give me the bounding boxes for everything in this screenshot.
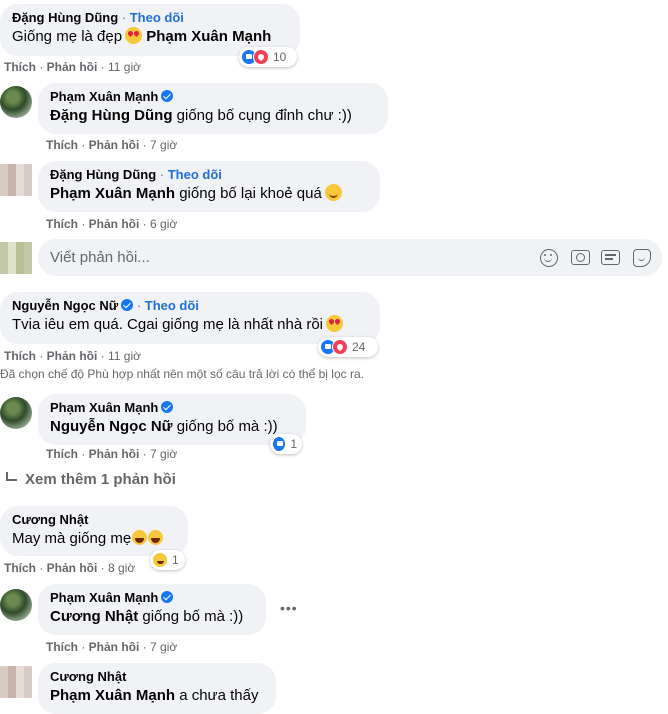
love-reaction-icon [253,49,269,65]
like-action[interactable]: Thích [46,447,78,461]
comment-bubble: Phạm Xuân Mạnh Nguyễn Ngọc Nữ giống bố m… [38,394,306,445]
comment-text: giống bố lại khoẻ quá [179,185,322,202]
comment-text: giống bố mà :)) [142,608,244,625]
comment-author[interactable]: Phạm Xuân Mạnh [50,89,158,104]
mention-link[interactable]: Phạm Xuân Mạnh [50,185,175,202]
wink-emoji-icon [324,184,342,201]
sticker-icon[interactable] [633,249,651,267]
comment-text: May mà giống mẹ [12,530,132,547]
comment-actions: Thích · Phản hồi · 11 giờ [4,349,142,363]
reply-action[interactable]: Phản hồi [47,349,98,363]
comment-time[interactable]: 7 giờ [150,447,177,461]
comment-author[interactable]: Phạm Xuân Mạnh [50,590,158,605]
reply-arrow-icon [6,472,17,481]
like-action[interactable]: Thích [4,561,36,575]
avatar[interactable] [0,666,32,698]
mention-link[interactable]: Đặng Hùng Dũng [50,107,172,124]
comment-bubble: Cương Nhật Phạm Xuân Mạnh a chưa thấy [38,663,276,714]
reply-action[interactable]: Phản hồi [89,138,140,152]
comment-text: Tvia iêu em quá. Cgai giống mẹ là nhất n… [12,316,324,333]
reaction-summary[interactable]: 10 [239,47,297,67]
comment-bubble: Cương Nhật May mà giống mẹ [0,506,188,556]
reply-action[interactable]: Phản hồi [89,217,140,231]
comment-actions: Thích · Phản hồi · 7 giờ [46,447,178,461]
reaction-summary[interactable]: 24 [318,337,378,357]
like-action[interactable]: Thích [4,349,36,363]
heart-eyes-emoji-icon [326,315,344,332]
comment-text: giống bố cụng đỉnh chư :)) [176,107,352,124]
avatar[interactable] [0,589,32,621]
comment-author[interactable]: Phạm Xuân Mạnh [50,400,158,415]
mention-link[interactable]: Nguyễn Ngọc Nữ [50,418,173,435]
reaction-count: 10 [273,50,287,64]
verified-icon [121,299,134,311]
comment-actions: Thích · Phản hồi · 11 giờ [4,60,142,74]
see-more-replies[interactable]: Xem thêm 1 phản hồi [6,471,176,488]
reply-action[interactable]: Phản hồi [89,447,140,461]
camera-icon[interactable] [571,250,590,265]
more-options-icon[interactable]: ••• [280,600,298,616]
reaction-summary[interactable]: 1 [270,434,302,454]
reply-input-box[interactable]: Viết phản hồi... [38,239,662,276]
comment-author[interactable]: Nguyễn Ngọc Nữ [12,298,118,313]
like-reaction-icon [272,436,287,452]
follow-link[interactable]: Theo dõi [130,10,184,25]
comment-time[interactable]: 7 giờ [150,640,177,654]
like-action[interactable]: Thích [46,138,78,152]
comment-time[interactable]: 11 giờ [108,349,141,363]
like-action[interactable]: Thích [46,640,78,654]
like-action[interactable]: Thích [4,60,36,74]
verified-icon [161,591,174,603]
comment-actions: Thích · Phản hồi · 7 giờ [46,640,178,654]
comment-actions: Thích · Phản hồi · 8 giờ [4,561,136,575]
heart-eyes-emoji-icon [125,27,143,44]
comment-bubble: Đặng Hùng Dũng · Theo dõi Phạm Xuân Mạnh… [38,161,380,212]
avatar[interactable] [0,397,32,429]
comment-bubble: Phạm Xuân Mạnh Cương Nhật giống bố mà :)… [38,584,266,635]
reply-action[interactable]: Phản hồi [47,60,98,74]
reaction-count: 1 [172,553,179,567]
mention-link[interactable]: Phạm Xuân Mạnh [146,28,271,45]
avatar[interactable] [0,164,32,196]
reply-input[interactable]: Viết phản hồi... [50,249,150,266]
comment-text: Giống mẹ là đẹp [12,28,123,45]
laughing-emoji-icon [132,530,148,545]
avatar [0,242,32,274]
follow-link[interactable]: Theo dõi [168,167,222,182]
gif-icon[interactable] [601,250,620,265]
comment-author[interactable]: Đặng Hùng Dũng [50,167,156,182]
avatar[interactable] [0,86,32,118]
comment-time[interactable]: 11 giờ [108,60,141,74]
laughing-emoji-icon [148,530,164,545]
comment-actions: Thích · Phản hồi · 7 giờ [46,138,178,152]
reply-action[interactable]: Phản hồi [89,640,140,654]
verified-icon [161,401,174,413]
emoji-icon[interactable] [540,249,558,267]
comment-author[interactable]: Cương Nhật [12,512,88,527]
reaction-summary[interactable]: 1 [150,550,185,570]
comment-bubble: Phạm Xuân Mạnh Đặng Hùng Dũng giống bố c… [38,83,388,134]
comment-text: giống bố mà :)) [176,418,278,435]
filter-notice: Đã chọn chế độ Phù hợp nhất nên một số c… [0,367,364,381]
comment-author[interactable]: Cương Nhật [50,669,126,684]
comment-time[interactable]: 6 giờ [150,217,177,231]
love-reaction-icon [332,339,348,355]
comment-text: a chưa thấy [179,687,259,704]
verified-icon [161,90,174,102]
comment-time[interactable]: 8 giờ [108,561,135,575]
mention-link[interactable]: Phạm Xuân Mạnh [50,687,175,704]
like-action[interactable]: Thích [46,217,78,231]
mention-link[interactable]: Cương Nhật [50,608,138,625]
comment-actions: Thích · Phản hồi · 6 giờ [46,217,178,231]
comment-author[interactable]: Đặng Hùng Dũng [12,10,118,25]
comment-time[interactable]: 7 giờ [150,138,177,152]
haha-reaction-icon [152,552,168,568]
follow-link[interactable]: Theo dõi [145,298,199,313]
reaction-count: 1 [290,437,297,451]
comment-bubble: Nguyễn Ngọc Nữ · Theo dõi Tvia iêu em qu… [0,292,380,344]
reaction-count: 24 [352,340,366,354]
reply-action[interactable]: Phản hồi [47,561,98,575]
